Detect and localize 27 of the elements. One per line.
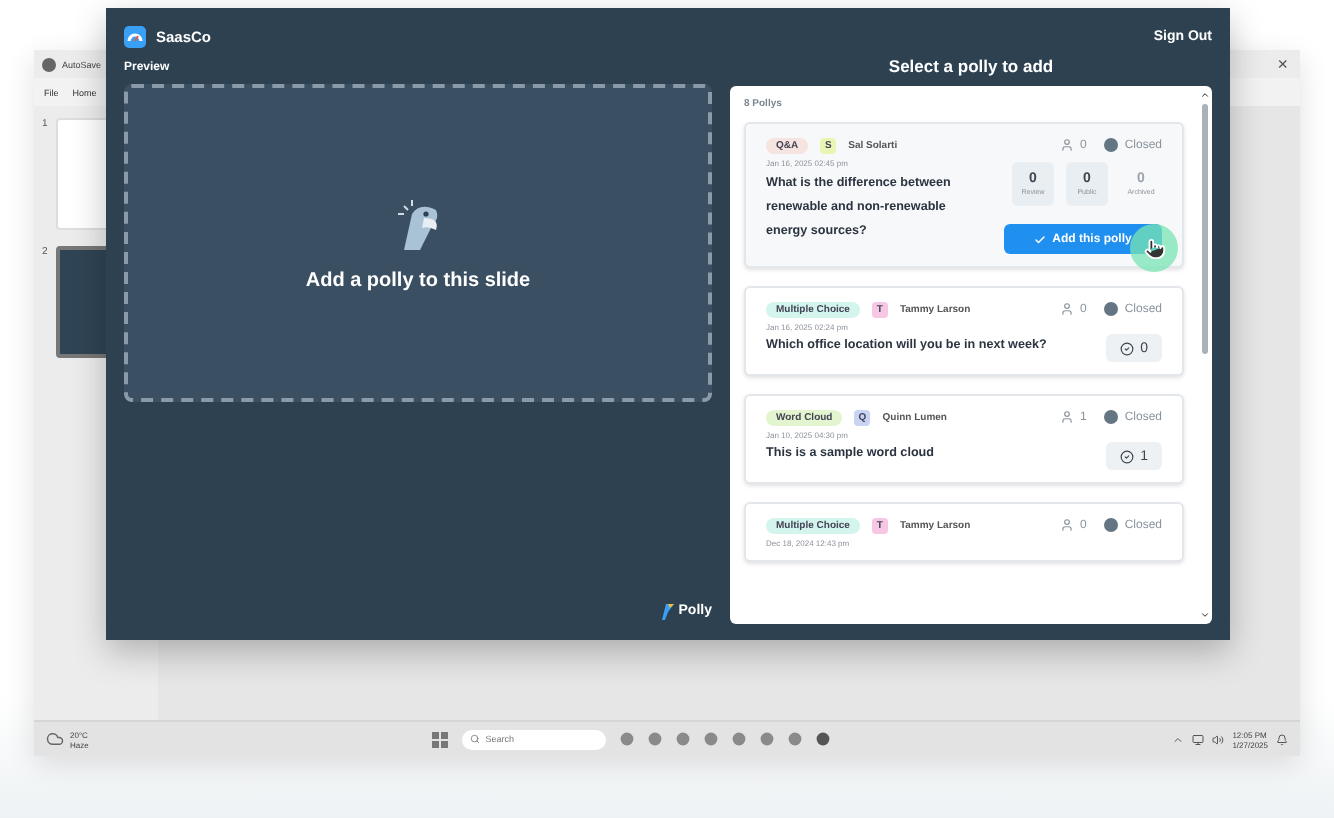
bell-icon[interactable] bbox=[1276, 733, 1288, 745]
weather-icon bbox=[46, 730, 64, 748]
scroll-down-icon bbox=[1200, 610, 1210, 620]
scroll-up-icon bbox=[1200, 90, 1210, 100]
list-title: Select a polly to add bbox=[886, 56, 1056, 76]
search-icon bbox=[469, 734, 480, 744]
user-icon bbox=[1059, 302, 1074, 316]
user-icon bbox=[1059, 518, 1074, 532]
check-circle-icon bbox=[1120, 341, 1135, 355]
cursor-icon bbox=[1143, 237, 1165, 259]
status-dot bbox=[1104, 518, 1119, 532]
polly-logo-icon bbox=[660, 602, 675, 620]
check-icon bbox=[1034, 233, 1047, 245]
user-icon bbox=[1059, 410, 1074, 424]
empty-state-text: Add a polly to this slide bbox=[305, 270, 531, 292]
monitor-icon[interactable] bbox=[1192, 733, 1205, 745]
status-dot bbox=[1104, 410, 1119, 424]
check-circle-icon bbox=[1120, 449, 1135, 463]
brand-logo bbox=[124, 25, 146, 47]
app-icon bbox=[42, 57, 56, 71]
status-dot bbox=[1104, 138, 1119, 152]
chevron-up-icon[interactable] bbox=[1172, 733, 1185, 745]
close-button[interactable]: × bbox=[1277, 54, 1288, 74]
start-icon[interactable] bbox=[431, 731, 448, 747]
user-icon bbox=[1059, 138, 1074, 152]
volume-icon[interactable] bbox=[1212, 733, 1225, 745]
status-dot bbox=[1104, 302, 1119, 316]
